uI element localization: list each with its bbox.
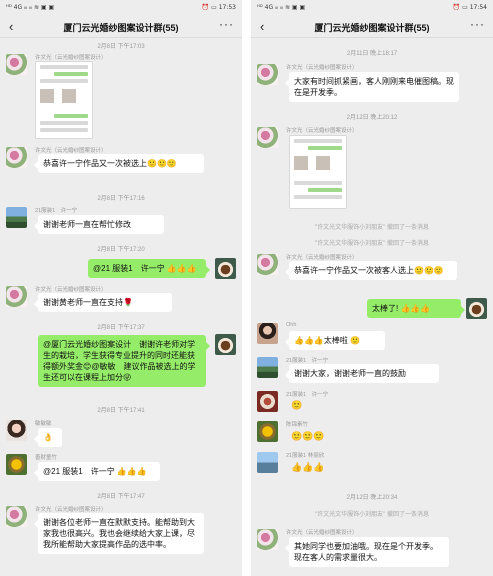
message-bubble: 谢谢大家，谢谢老师一直的鼓励 bbox=[285, 364, 439, 383]
timestamp: 2月8日 下午17:37 bbox=[97, 325, 145, 331]
message-bubble: 大家有时间抓紧画，客人刚刚来电催图稿。现在是开发季。 bbox=[285, 72, 459, 102]
sender-name: 陈锦素竹 bbox=[286, 422, 309, 428]
message-bubble: 谢谢黄老师一直在支持🌹 bbox=[34, 293, 172, 312]
more-icon[interactable]: ··· bbox=[219, 17, 234, 31]
avatar[interactable] bbox=[257, 127, 278, 148]
message-bubble: 恭喜许一宁作品又一次被选上🙂🙂🙂 bbox=[34, 154, 204, 173]
timestamp: 2月8日 下午17:47 bbox=[97, 494, 145, 500]
avatar[interactable] bbox=[6, 286, 27, 307]
sender-name: 善财童竹 bbox=[35, 455, 58, 461]
chat-title: 厦门云光婚纱图案设计群(55) bbox=[63, 23, 179, 33]
image-message[interactable] bbox=[289, 135, 347, 209]
message-bubble: 👌 bbox=[34, 428, 62, 447]
clock: ⏰ ▭ 17:53 bbox=[201, 4, 236, 11]
sender-name: 许文光（云光婚纱图案设计） bbox=[35, 55, 107, 61]
sticker: 👍👍👍 bbox=[291, 462, 325, 472]
sender-name: 许文光（云光婚纱图案设计） bbox=[286, 255, 358, 261]
sender-name: 许文光（云光婚纱图案设计） bbox=[35, 148, 107, 154]
avatar[interactable] bbox=[6, 506, 27, 527]
avatar[interactable] bbox=[6, 420, 27, 441]
avatar-self[interactable] bbox=[466, 298, 487, 319]
timestamp: 2月8日 下午17:41 bbox=[97, 408, 145, 414]
chat-screen-left: ᴴᴰ 4G ᵢₗₗ ᵢₗₗ ≋ ▣ ▣ ⏰ ▭ 17:53 ‹ 厦门云光婚纱图案… bbox=[0, 0, 242, 576]
timestamp: 2月8日 下午17:16 bbox=[97, 196, 145, 202]
sender-name: 21服装1 许一宁 bbox=[286, 392, 329, 398]
sender-name: 许文光（云光婚纱图案设计） bbox=[35, 287, 107, 293]
signal-indicators: ᴴᴰ 4G ᵢₗₗ ᵢₗₗ ≋ ▣ ▣ bbox=[6, 4, 55, 11]
sender-name: 许文光（云光婚纱图案设计） bbox=[286, 530, 358, 536]
recall-notice: "许文光文华服饰小刘朋友" 撤回了一条消息 bbox=[315, 512, 429, 518]
avatar[interactable] bbox=[257, 391, 278, 412]
message-bubble: 👍👍👍太棒啦 🙂 bbox=[285, 331, 385, 350]
timestamp: 2月12日 晚上20:12 bbox=[346, 115, 398, 121]
recall-notice: "许文光文华服饰小刘朋友" 撤回了一条消息 bbox=[315, 241, 429, 247]
sender-name: Ohh bbox=[286, 322, 297, 328]
recall-notice: "许文光文华服饰小刘朋友" 撤回了一条消息 bbox=[315, 225, 429, 231]
avatar[interactable] bbox=[257, 357, 278, 378]
avatar[interactable] bbox=[6, 147, 27, 168]
timestamp: 2月8日 下午17:20 bbox=[97, 247, 145, 253]
avatar[interactable] bbox=[257, 452, 278, 473]
message-bubble-self: @21 服装1 许一宁 👍👍👍 bbox=[88, 259, 210, 278]
avatar[interactable] bbox=[6, 54, 27, 75]
status-bar: ᴴᴰ 4G ᵢₗₗ ᵢₗₗ ≋ ▣ ▣ ⏰ ▭ 17:53 bbox=[0, 0, 242, 16]
message-bubble: 恭喜许一宁作品又一次被客人选上🙂🙂🙂 bbox=[285, 261, 457, 280]
avatar[interactable] bbox=[257, 529, 278, 550]
message-bubble: 其她同学也要加油哦。现在是个开发季。现在客人的需求量很大。 bbox=[285, 537, 449, 567]
sender-name: 许文光（云光婚纱图案设计） bbox=[286, 128, 358, 134]
timestamp: 2月12日 晚上20:34 bbox=[346, 495, 398, 501]
clock: ⏰ ▭ 17:54 bbox=[452, 4, 487, 11]
sender-name: 许文光（云光婚纱图案设计） bbox=[286, 65, 358, 71]
sender-name: 21服装1 许一宁 bbox=[35, 208, 78, 214]
timestamp: 2月11日 晚上18:17 bbox=[346, 51, 398, 57]
avatar-self[interactable] bbox=[215, 334, 236, 355]
avatar[interactable] bbox=[6, 454, 27, 475]
avatar[interactable] bbox=[257, 64, 278, 85]
chat-header: ‹ 厦门云光婚纱图案设计群(55) ··· bbox=[0, 16, 242, 38]
sender-name: 敏敏敏 bbox=[35, 421, 52, 427]
message-bubble: @21 服装1 许一宁 👍👍👍 bbox=[34, 462, 160, 481]
image-message[interactable] bbox=[35, 61, 93, 139]
avatar[interactable] bbox=[257, 421, 278, 442]
status-bar: ᴴᴰ 4G ᵢₗₗ ᵢₗₗ ≋ ▣ ▣ ⏰ ▭ 17:54 bbox=[251, 0, 493, 16]
sender-name: 许文光（云光婚纱图案设计） bbox=[35, 507, 107, 513]
sender-name: 21服装1 许一宁 bbox=[286, 358, 329, 364]
chat-title: 厦门云光婚纱图案设计群(55) bbox=[314, 23, 430, 33]
avatar[interactable] bbox=[6, 207, 27, 228]
message-bubble-self: 太棒了! 👍👍👍 bbox=[367, 299, 465, 318]
sticker: 🙂 bbox=[291, 400, 303, 410]
avatar[interactable] bbox=[257, 254, 278, 275]
avatar-self[interactable] bbox=[215, 258, 236, 279]
message-bubble: 谢谢各位老师一直在默默支持。能帮助到大家我也很高兴。我也会继续给大家上课，尽我所… bbox=[34, 513, 204, 554]
chat-header: ‹ 厦门云光婚纱图案设计群(55) ··· bbox=[251, 16, 493, 38]
chat-screen-right: ᴴᴰ 4G ᵢₗₗ ᵢₗₗ ≋ ▣ ▣ ⏰ ▭ 17:54 ‹ 厦门云光婚纱图案… bbox=[251, 0, 493, 576]
sticker: 🙂🙂🙂 bbox=[291, 431, 325, 441]
timestamp: 2月8日 下午17:03 bbox=[97, 44, 145, 50]
signal-indicators: ᴴᴰ 4G ᵢₗₗ ᵢₗₗ ≋ ▣ ▣ bbox=[257, 4, 306, 11]
avatar[interactable] bbox=[257, 323, 278, 344]
message-bubble: 谢谢老师一直在帮忙修改 bbox=[34, 215, 164, 234]
sender-name: 21服装1 林丽欣 bbox=[286, 453, 325, 459]
message-bubble-self: @厦门云光婚纱图案设计 谢谢许老师对学生的栽培，学生获得专业提升的同时还能获得额… bbox=[38, 335, 210, 387]
more-icon[interactable]: ··· bbox=[470, 17, 485, 31]
